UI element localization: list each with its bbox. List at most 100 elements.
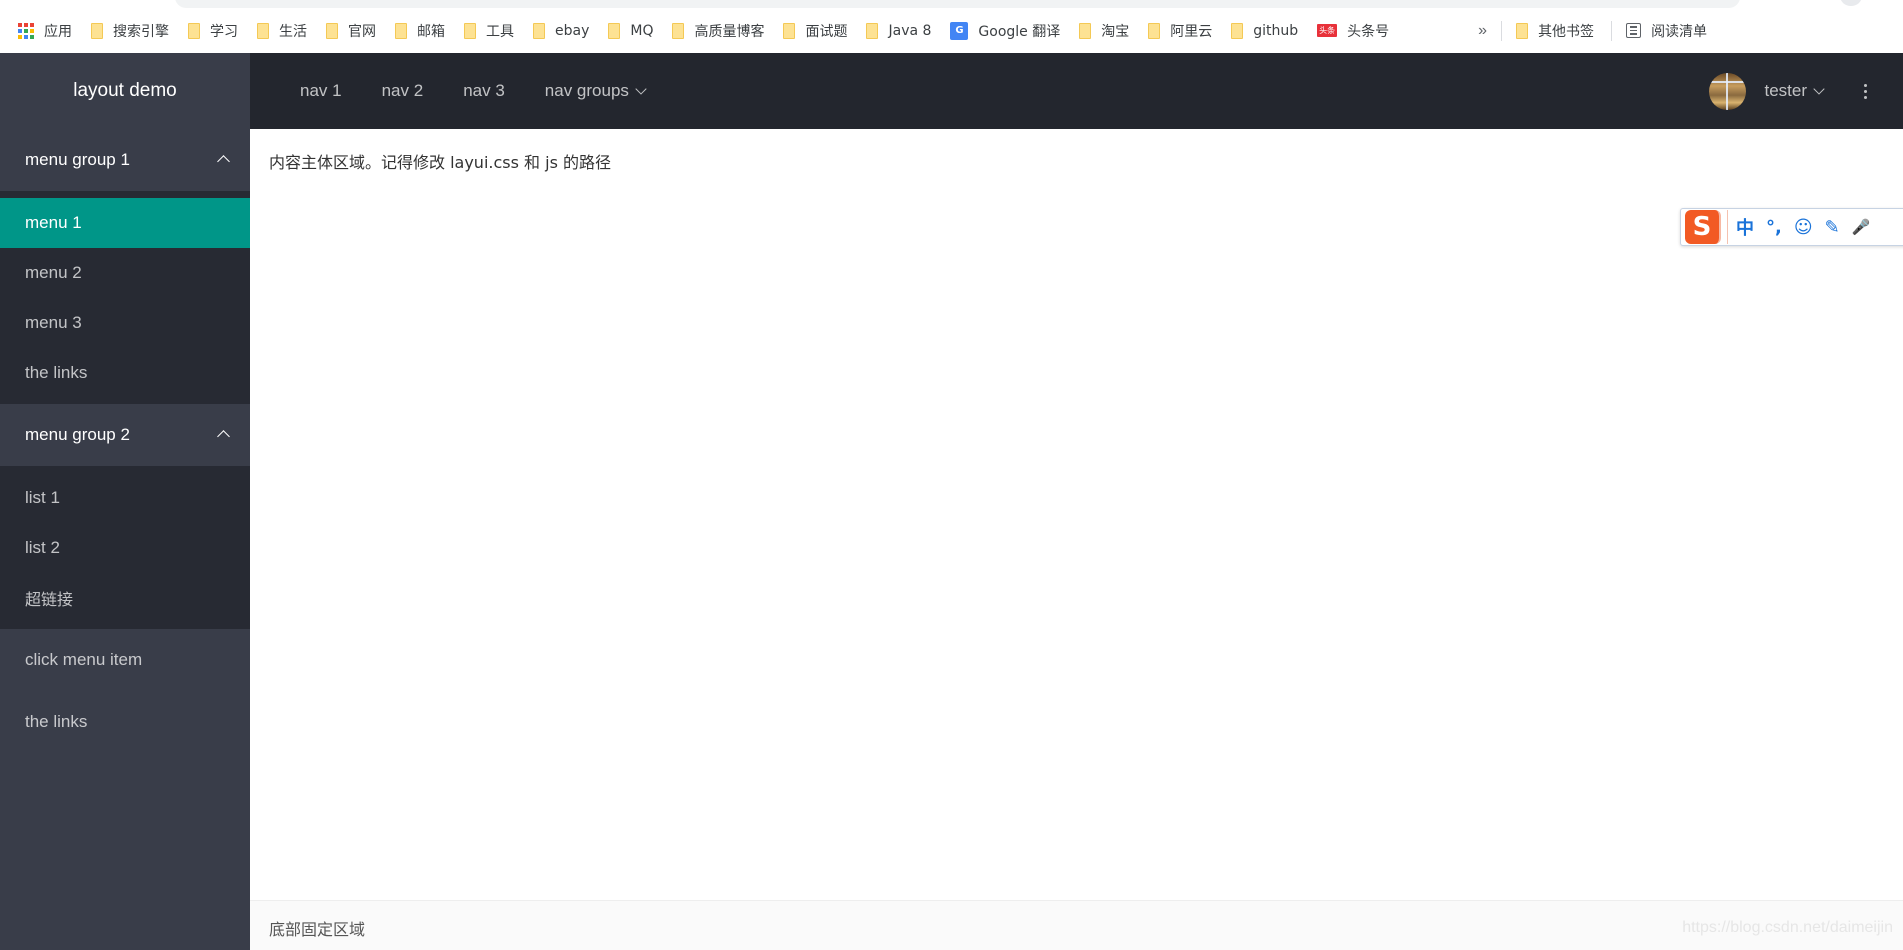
nav-groups-dropdown[interactable]: nav groups (525, 53, 665, 129)
folder-icon (672, 22, 685, 39)
chevron-up-icon (217, 155, 230, 168)
content-text: 内容主体区域。记得修改 layui.css 和 js 的路径 (269, 153, 611, 172)
bookmark-folder[interactable]: ebay (525, 17, 597, 45)
folder-icon (326, 22, 338, 39)
pen-icon[interactable]: ✎ (1825, 217, 1840, 238)
bookmark-folder[interactable]: github (1223, 17, 1306, 45)
bookmark-folder[interactable]: 面试题 (775, 17, 855, 45)
bookmark-label: 邮箱 (417, 23, 445, 40)
profile-button[interactable] (1840, 0, 1862, 6)
bookmark-label: 阅读清单 (1651, 23, 1708, 40)
sidebar-item-click-menu[interactable]: click menu item (0, 629, 250, 691)
sidebar: menu group 1 menu 1 menu 2 menu 3 the li… (0, 129, 250, 950)
bookmark-label: 搜索引擎 (113, 23, 169, 40)
item-label: click menu item (25, 650, 143, 669)
folder-icon (464, 22, 476, 39)
bookmark-folder[interactable]: 阿里云 (1140, 17, 1220, 45)
folder-icon (188, 22, 200, 39)
item-label: menu 2 (25, 263, 82, 282)
bookmark-label: ebay (555, 22, 590, 39)
reading-list-icon (1626, 23, 1642, 38)
bookmark-toutiao[interactable]: 头条 头条号 (1309, 17, 1397, 45)
item-label: the links (25, 363, 88, 382)
user-menu[interactable]: tester (1764, 81, 1825, 101)
microphone-icon[interactable]: 🎤 (1852, 218, 1871, 236)
other-bookmarks[interactable]: 其他书签 (1508, 17, 1602, 45)
folder-icon (1516, 22, 1529, 39)
chinese-mode-icon[interactable]: 中 (1736, 214, 1754, 240)
sidebar-item-list-1[interactable]: list 1 (0, 473, 250, 523)
bookmarks-bar: 应用 搜索引擎 学习 生活 官网 邮箱 工具 ebay MQ 高质量博客 面试题… (0, 8, 1903, 53)
reading-list[interactable]: 阅读清单 (1618, 17, 1715, 45)
bookmark-folder[interactable]: Java 8 (858, 17, 939, 45)
main-content: 内容主体区域。记得修改 layui.css 和 js 的路径 (250, 129, 1903, 900)
sidebar-item-list-2[interactable]: list 2 (0, 523, 250, 573)
divider (1727, 210, 1728, 244)
emoji-icon[interactable]: ☺ (1794, 217, 1813, 238)
watermark: https://blog.csdn.net/daimeijin (1682, 919, 1893, 936)
bookmark-label: 阿里云 (1170, 23, 1213, 40)
app-header: layout demo nav 1 nav 2 nav 3 nav groups… (0, 53, 1903, 129)
nav-label: nav 2 (381, 81, 424, 100)
sidebar-group-1[interactable]: menu group 1 (0, 129, 250, 191)
address-bar[interactable] (175, 0, 1740, 8)
bookmark-label: 工具 (486, 23, 514, 40)
more-bookmarks-button[interactable]: » (1470, 22, 1495, 40)
folder-icon (866, 22, 879, 39)
bookmark-folder[interactable]: 学习 (180, 17, 246, 45)
browser-address-bar-remnant (0, 0, 1903, 8)
bookmark-label: github (1253, 22, 1299, 39)
folder-icon (91, 22, 103, 39)
bookmark-folder[interactable]: 邮箱 (387, 17, 453, 45)
sidebar-item-links[interactable]: the links (0, 691, 250, 753)
bookmark-label: Google 翻译 (978, 23, 1061, 40)
sidebar-item-menu-2[interactable]: menu 2 (0, 248, 250, 298)
bookmark-folder[interactable]: 淘宝 (1071, 17, 1137, 45)
folder-icon (1079, 22, 1092, 39)
item-label: menu 1 (25, 213, 82, 232)
nav-item-2[interactable]: nav 2 (362, 53, 444, 129)
chevron-down-icon (635, 82, 647, 95)
folder-icon (395, 22, 407, 39)
user-nav: tester (1709, 53, 1903, 129)
bookmark-folder[interactable]: 工具 (456, 17, 522, 45)
bookmark-label: 学习 (210, 23, 238, 40)
nav-item-3[interactable]: nav 3 (443, 53, 525, 129)
bookmark-label: 头条号 (1347, 23, 1390, 40)
item-label: list 2 (25, 538, 60, 557)
toutiao-icon: 头条 (1317, 24, 1338, 37)
sidebar-item-hyperlink[interactable]: 超链接 (0, 573, 250, 623)
bookmark-apps[interactable]: 应用 (0, 17, 80, 45)
sogou-logo-icon[interactable]: S (1685, 210, 1721, 244)
bookmark-label: 应用 (44, 23, 72, 40)
chevron-down-icon (1813, 82, 1825, 95)
bookmark-folder[interactable]: 生活 (249, 17, 315, 45)
sidebar-group-2-items: list 1 list 2 超链接 (0, 466, 250, 629)
item-label: menu 3 (25, 313, 82, 332)
sidebar-item-the-links[interactable]: the links (0, 348, 250, 398)
nav-label: nav groups (544, 81, 629, 100)
bookmark-label: Java 8 (888, 22, 932, 39)
more-vertical-icon[interactable] (1845, 83, 1885, 99)
bookmark-folder[interactable]: 搜索引擎 (83, 17, 177, 45)
ime-toolbar[interactable]: S 中 °, ☺ ✎ 🎤 (1680, 208, 1903, 246)
avatar[interactable] (1709, 72, 1747, 110)
bookmark-folder[interactable]: 高质量博客 (664, 17, 772, 45)
sidebar-group-2[interactable]: menu group 2 (0, 404, 250, 466)
sidebar-item-menu-3[interactable]: menu 3 (0, 298, 250, 348)
nav-item-1[interactable]: nav 1 (280, 53, 362, 129)
bookmark-folder[interactable]: MQ (600, 17, 661, 45)
folder-icon (608, 22, 621, 39)
group-title: menu group 2 (25, 425, 130, 444)
user-name: tester (1764, 81, 1807, 100)
group-title: menu group 1 (25, 150, 130, 169)
sidebar-group-1-items: menu 1 menu 2 menu 3 the links (0, 191, 250, 404)
folder-icon (1148, 22, 1161, 39)
bookmark-google-translate[interactable]: G Google 翻译 (942, 17, 1068, 45)
folder-icon (257, 22, 269, 39)
sidebar-item-menu-1[interactable]: menu 1 (0, 198, 250, 248)
footer: 底部固定区域 https://blog.csdn.net/daimeijin (250, 900, 1903, 950)
divider (1501, 20, 1503, 41)
punctuation-icon[interactable]: °, (1766, 217, 1782, 238)
bookmark-folder[interactable]: 官网 (318, 17, 384, 45)
